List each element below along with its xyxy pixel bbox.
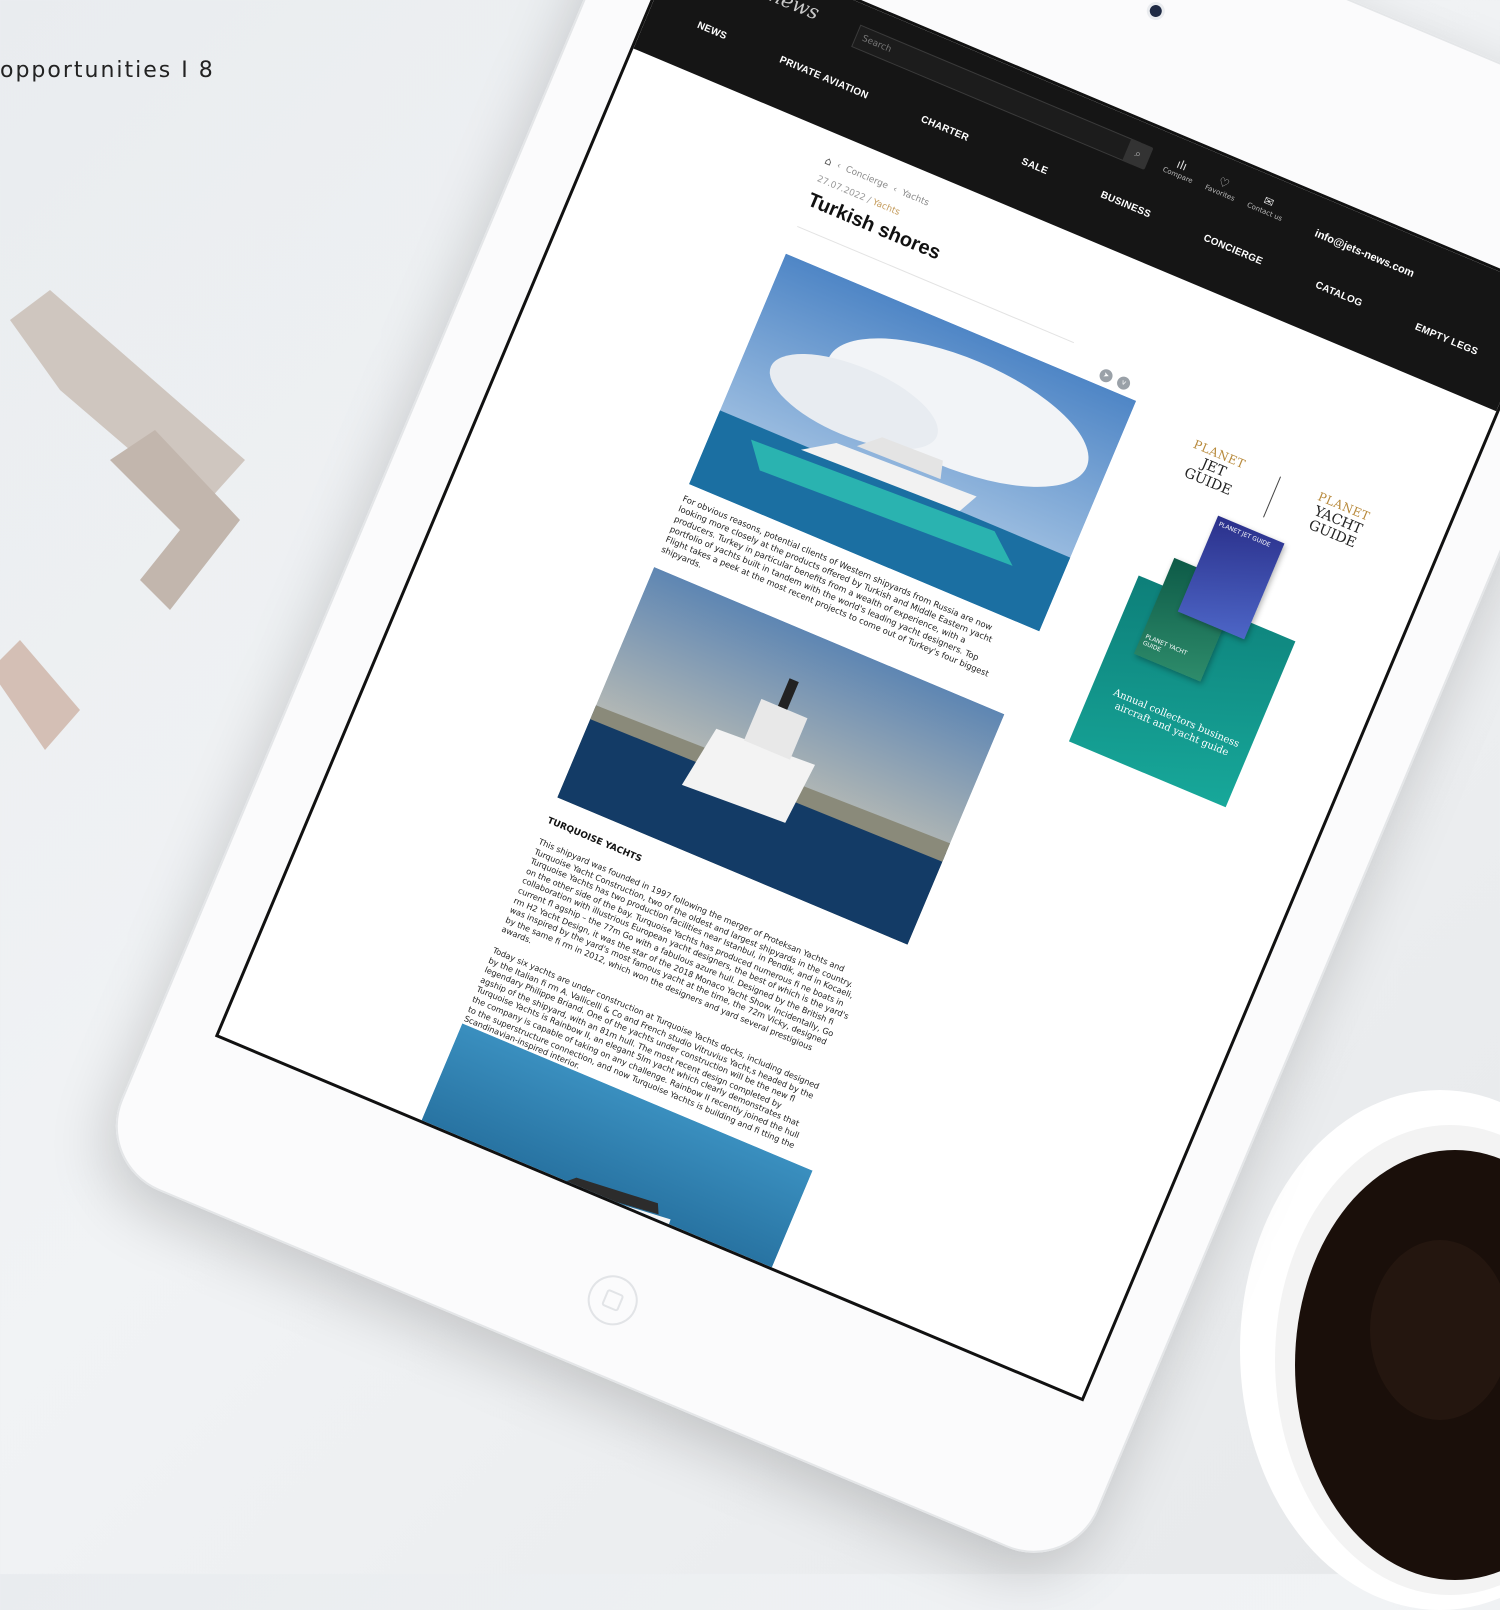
nav-item-charter[interactable]: CHARTER <box>919 114 970 144</box>
ad-title: PLANET JET GUIDE PLANET YACHT GUIDE <box>1179 437 1372 552</box>
nav-item-business[interactable]: BUSINESS <box>1099 190 1153 221</box>
vk-icon[interactable]: v <box>1115 374 1133 392</box>
nav-item-private-aviation[interactable]: PRIVATE AVIATION <box>778 55 870 102</box>
compare-button[interactable]: ılı Compare <box>1162 153 1200 185</box>
telegram-icon[interactable]: ➤ <box>1097 367 1115 385</box>
logo-decoration <box>0 290 245 750</box>
email-link[interactable]: info@jets-news.com <box>1313 228 1416 280</box>
nav-item-catalog[interactable]: CATALOG <box>1314 280 1364 310</box>
yacht-guide-title: PLANET YACHT GUIDE <box>1304 490 1372 553</box>
jet-guide-title: PLANET JET GUIDE <box>1179 437 1248 500</box>
site-logo[interactable]: Jets-news <box>724 0 823 25</box>
chevron-left-icon: ‹ <box>835 160 843 172</box>
contact-button[interactable]: ✉ Contact us <box>1246 188 1289 223</box>
nav-item-sale[interactable]: SALE <box>1020 156 1050 177</box>
camera-icon <box>1147 3 1164 19</box>
home-icon[interactable]: ⌂ <box>823 154 834 169</box>
breadcrumb-item-yachts[interactable]: Yachts <box>900 188 930 208</box>
chevron-left-icon: ‹ <box>891 184 899 195</box>
coffee-cup <box>1240 1090 1500 1610</box>
guide-advertisement[interactable]: PLANET JET GUIDE PLANET YACHT GUIDE PLAN… <box>1064 433 1372 808</box>
header-icons: ılı Compare ♡ Favorites ✉ Contact us <box>1162 153 1289 223</box>
nav-item-news[interactable]: NEWS <box>695 20 728 42</box>
favorites-button[interactable]: ♡ Favorites <box>1204 170 1242 202</box>
page-caption: opportunities I 8 <box>0 58 215 83</box>
nav-item-concierge[interactable]: CONCIERGE <box>1202 233 1265 268</box>
home-button[interactable] <box>579 1267 646 1334</box>
book-title: PLANET JET GUIDE <box>1217 520 1272 549</box>
nav-item-empty-legs[interactable]: EMPTY LEGS <box>1413 322 1479 358</box>
